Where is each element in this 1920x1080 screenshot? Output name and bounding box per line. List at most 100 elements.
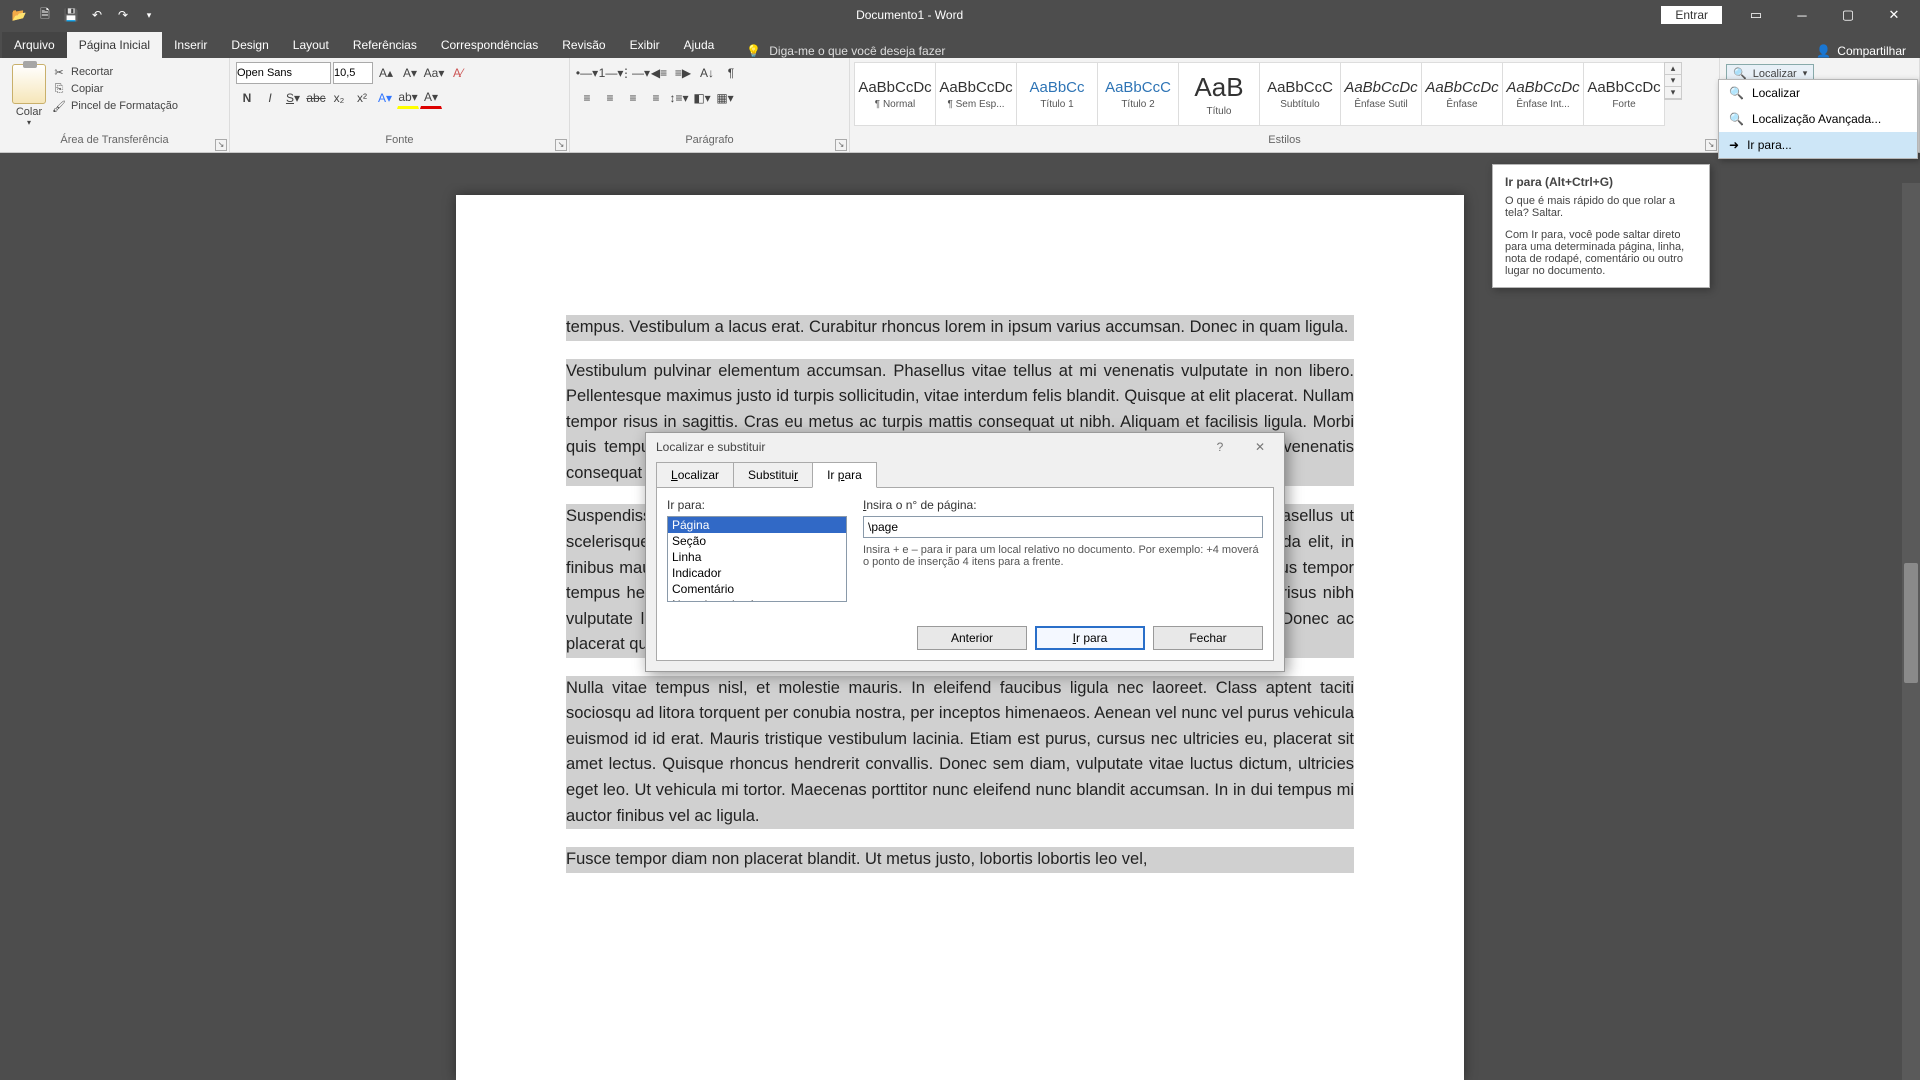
previous-button[interactable]: Anterior: [917, 626, 1027, 650]
vertical-scrollbar[interactable]: [1902, 183, 1920, 1080]
tell-me[interactable]: 💡 Diga-me o que você deseja fazer: [746, 44, 945, 58]
line-spacing-icon[interactable]: ↕≡▾: [668, 87, 690, 109]
minimize-icon[interactable]: ─: [1780, 1, 1824, 29]
change-case-icon[interactable]: Aa▾: [423, 62, 445, 84]
clipboard-launcher-icon[interactable]: ↘: [215, 139, 227, 151]
underline-button[interactable]: S▾: [282, 87, 304, 109]
dialog-tab-replace[interactable]: Substituir: [733, 462, 813, 488]
maximize-icon[interactable]: ▢: [1826, 1, 1870, 29]
paragraph[interactable]: Nulla vitae tempus nisl, et molestie mau…: [566, 676, 1354, 829]
sign-in-button[interactable]: Entrar: [1661, 6, 1722, 24]
paragraph[interactable]: tempus. Vestibulum a lacus erat. Curabit…: [566, 315, 1354, 341]
clear-format-icon[interactable]: A⁄: [447, 62, 469, 84]
scrollbar-thumb[interactable]: [1904, 563, 1918, 683]
dialog-titlebar[interactable]: Localizar e substituir ? ✕: [646, 433, 1284, 461]
tab-mailings[interactable]: Correspondências: [429, 32, 550, 58]
new-icon[interactable]: 🗎: [36, 6, 54, 24]
ribbon-display-icon[interactable]: ▭: [1734, 1, 1778, 29]
style-item[interactable]: AaBbCcCTítulo 2: [1097, 62, 1179, 126]
tab-file[interactable]: Arquivo: [2, 32, 67, 58]
strike-button[interactable]: abc: [305, 87, 327, 109]
goto-listbox[interactable]: PáginaSeçãoLinhaIndicadorComentárioNota …: [667, 516, 847, 602]
tab-references[interactable]: Referências: [341, 32, 429, 58]
align-left-icon[interactable]: ≡: [576, 87, 598, 109]
numbering-icon[interactable]: 1―▾: [600, 62, 622, 84]
align-right-icon[interactable]: ≡: [622, 87, 644, 109]
styles-launcher-icon[interactable]: ↘: [1705, 139, 1717, 151]
justify-icon[interactable]: ≡: [645, 87, 667, 109]
font-color-icon[interactable]: A▾: [420, 87, 442, 109]
shrink-font-icon[interactable]: A▾: [399, 62, 421, 84]
paste-button[interactable]: Colar ▾: [6, 62, 52, 129]
format-painter-button[interactable]: 🖌Pincel de Formatação: [52, 99, 178, 113]
borders-icon[interactable]: ▦▾: [714, 87, 736, 109]
style-item[interactable]: AaBbCcDcÊnfase Sutil: [1340, 62, 1422, 126]
copy-button[interactable]: ⎘Copiar: [52, 82, 178, 96]
style-item[interactable]: AaBbCcDc¶ Sem Esp...: [935, 62, 1017, 126]
style-item[interactable]: AaBbCcDcÊnfase: [1421, 62, 1503, 126]
goto-list-item[interactable]: Nota de rodapé: [668, 597, 846, 602]
goto-list-item[interactable]: Página: [668, 517, 846, 533]
styles-up-icon[interactable]: ▴: [1665, 63, 1681, 75]
tab-insert[interactable]: Inserir: [162, 32, 219, 58]
tab-help[interactable]: Ajuda: [672, 32, 727, 58]
close-icon[interactable]: ✕: [1872, 1, 1916, 29]
menu-advanced-find[interactable]: 🔍Localização Avançada...: [1719, 106, 1917, 132]
font-name-input[interactable]: [236, 62, 331, 84]
bold-button[interactable]: N: [236, 87, 258, 109]
grow-font-icon[interactable]: A▴: [375, 62, 397, 84]
superscript-button[interactable]: x²: [351, 87, 373, 109]
styles-down-icon[interactable]: ▾: [1665, 75, 1681, 87]
paragraph-launcher-icon[interactable]: ↘: [835, 139, 847, 151]
styles-more-icon[interactable]: ▾: [1665, 87, 1681, 99]
open-icon[interactable]: 📂: [10, 6, 28, 24]
dialog-help-icon[interactable]: ?: [1206, 440, 1234, 454]
align-center-icon[interactable]: ≡: [599, 87, 621, 109]
shading-icon[interactable]: ◧▾: [691, 87, 713, 109]
dialog-close-icon[interactable]: ✕: [1246, 440, 1274, 454]
paragraph[interactable]: Fusce tempor diam non placerat blandit. …: [566, 847, 1354, 873]
tab-view[interactable]: Exibir: [618, 32, 672, 58]
dialog-tab-goto[interactable]: Ir para: [812, 462, 877, 488]
sort-icon[interactable]: A↓: [696, 62, 718, 84]
font-launcher-icon[interactable]: ↘: [555, 139, 567, 151]
menu-goto[interactable]: ➜Ir para...: [1719, 132, 1917, 158]
goto-list-item[interactable]: Indicador: [668, 565, 846, 581]
goto-list-item[interactable]: Comentário: [668, 581, 846, 597]
close-button[interactable]: Fechar: [1153, 626, 1263, 650]
chevron-down-icon[interactable]: ▾: [1803, 68, 1808, 79]
page-number-input[interactable]: [863, 516, 1263, 538]
style-item[interactable]: AaBbCcDcForte: [1583, 62, 1665, 126]
goto-button[interactable]: Ir para: [1035, 626, 1145, 650]
style-item[interactable]: AaBbCcDcÊnfase Int...: [1502, 62, 1584, 126]
qat-more-icon[interactable]: ▾: [140, 6, 158, 24]
style-item[interactable]: AaBbCcTítulo 1: [1016, 62, 1098, 126]
save-icon[interactable]: 💾: [62, 6, 80, 24]
bullets-icon[interactable]: •―▾: [576, 62, 598, 84]
text-effects-icon[interactable]: A▾: [374, 87, 396, 109]
redo-icon[interactable]: ↷: [114, 6, 132, 24]
multilevel-icon[interactable]: ⋮―▾: [624, 62, 646, 84]
share-button[interactable]: 👤 Compartilhar: [1816, 44, 1906, 58]
dialog-tab-find[interactable]: Localizar: [656, 462, 734, 488]
font-size-input[interactable]: [333, 62, 373, 84]
menu-find[interactable]: 🔍Localizar: [1719, 80, 1917, 106]
indent-icon[interactable]: ≡▶: [672, 62, 694, 84]
outdent-icon[interactable]: ◀≡: [648, 62, 670, 84]
tab-layout[interactable]: Layout: [281, 32, 341, 58]
goto-list-item[interactable]: Seção: [668, 533, 846, 549]
chevron-down-icon[interactable]: ▾: [27, 118, 31, 127]
italic-button[interactable]: I: [259, 87, 281, 109]
style-item[interactable]: AaBTítulo: [1178, 62, 1260, 126]
style-item[interactable]: AaBbCcCSubtítulo: [1259, 62, 1341, 126]
cut-button[interactable]: ✂Recortar: [52, 65, 178, 79]
goto-list-item[interactable]: Linha: [668, 549, 846, 565]
highlight-icon[interactable]: ab▾: [397, 87, 419, 109]
style-item[interactable]: AaBbCcDc¶ Normal: [854, 62, 936, 126]
tab-design[interactable]: Design: [219, 32, 280, 58]
undo-icon[interactable]: ↶: [88, 6, 106, 24]
tab-review[interactable]: Revisão: [550, 32, 617, 58]
pilcrow-icon[interactable]: ¶: [720, 62, 742, 84]
tab-home[interactable]: Página Inicial: [67, 32, 162, 58]
subscript-button[interactable]: x₂: [328, 87, 350, 109]
